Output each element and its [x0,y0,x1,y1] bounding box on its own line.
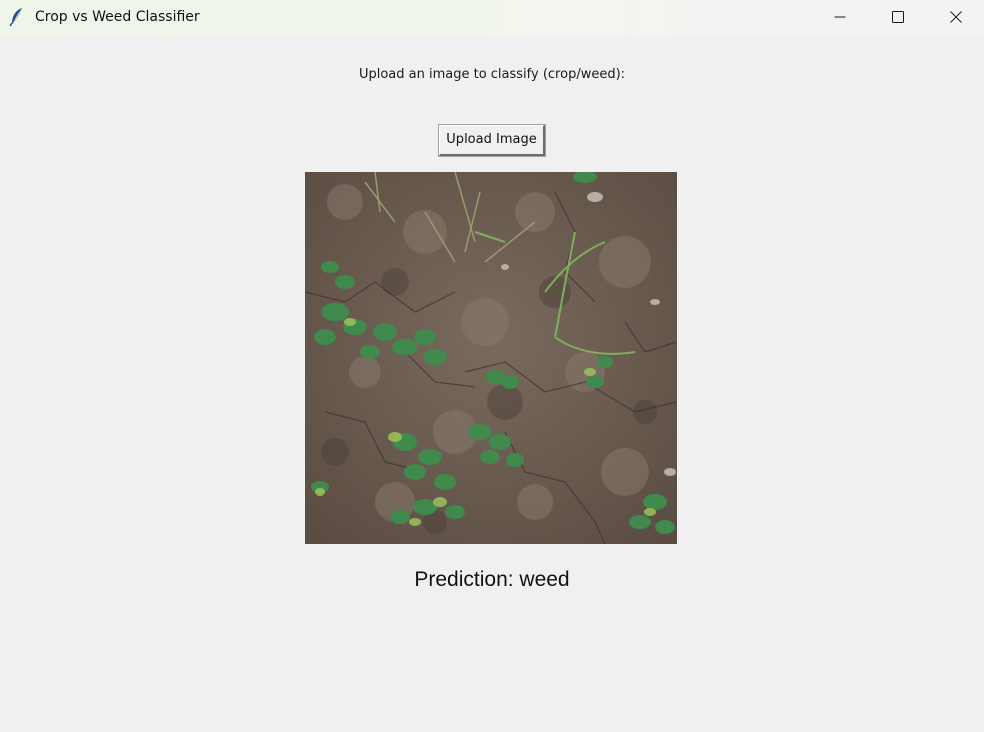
client-area: Upload an image to classify (crop/weed):… [0,36,984,732]
maximize-icon [892,11,904,23]
close-icon [950,11,962,23]
close-button[interactable] [927,0,984,34]
title-bar[interactable]: Crop vs Weed Classifier [0,0,984,36]
maximize-button[interactable] [869,0,927,34]
minimize-icon [834,11,846,23]
feather-icon [9,7,25,27]
upload-image-button[interactable]: Upload Image [438,124,546,157]
window-title: Crop vs Weed Classifier [35,9,200,25]
app-window: Crop vs Weed Classifier Upload an image … [0,0,984,732]
uploaded-image [305,172,677,544]
minimize-button[interactable] [811,0,869,34]
upload-prompt-label: Upload an image to classify (crop/weed): [358,67,626,82]
prediction-label: Prediction: weed [414,568,570,591]
